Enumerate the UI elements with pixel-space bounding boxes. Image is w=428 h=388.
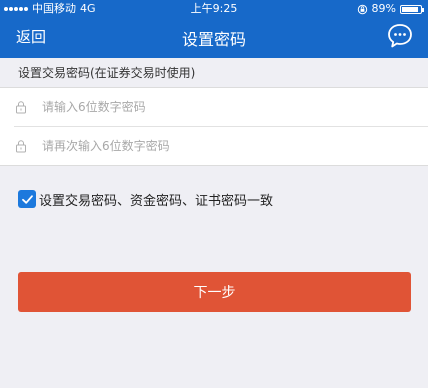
- next-step-button[interactable]: 下一步: [18, 272, 411, 312]
- password-input[interactable]: [42, 94, 402, 120]
- battery-icon: [400, 4, 424, 14]
- lock-icon: [16, 101, 26, 114]
- status-right: 89%: [357, 0, 424, 18]
- battery-percent: 89%: [371, 2, 396, 15]
- status-bar: 中国移动 4G 上午9:25 89%: [0, 0, 428, 18]
- checkmark-icon: [21, 194, 33, 204]
- password-row: [0, 88, 428, 127]
- lock-icon: [16, 140, 26, 153]
- orientation-lock-icon: [357, 4, 367, 14]
- sync-passwords-option[interactable]: 设置交易密码、资金密码、证书密码一致: [18, 189, 273, 209]
- battery-level: [402, 6, 419, 12]
- confirm-password-row: [0, 127, 428, 165]
- nav-bar: 返回 设置密码: [0, 18, 428, 58]
- password-form: [0, 88, 428, 166]
- confirm-password-input[interactable]: [42, 133, 402, 159]
- app-header: 中国移动 4G 上午9:25 89% 返回 设置密码: [0, 0, 428, 58]
- sync-passwords-label: 设置交易密码、资金密码、证书密码一致: [39, 193, 274, 209]
- sync-passwords-checkbox[interactable]: [18, 190, 36, 208]
- chat-bubble-icon[interactable]: [386, 22, 414, 50]
- section-header: 设置交易密码(在证券交易时使用): [0, 58, 428, 88]
- page-title: 设置密码: [181, 30, 246, 49]
